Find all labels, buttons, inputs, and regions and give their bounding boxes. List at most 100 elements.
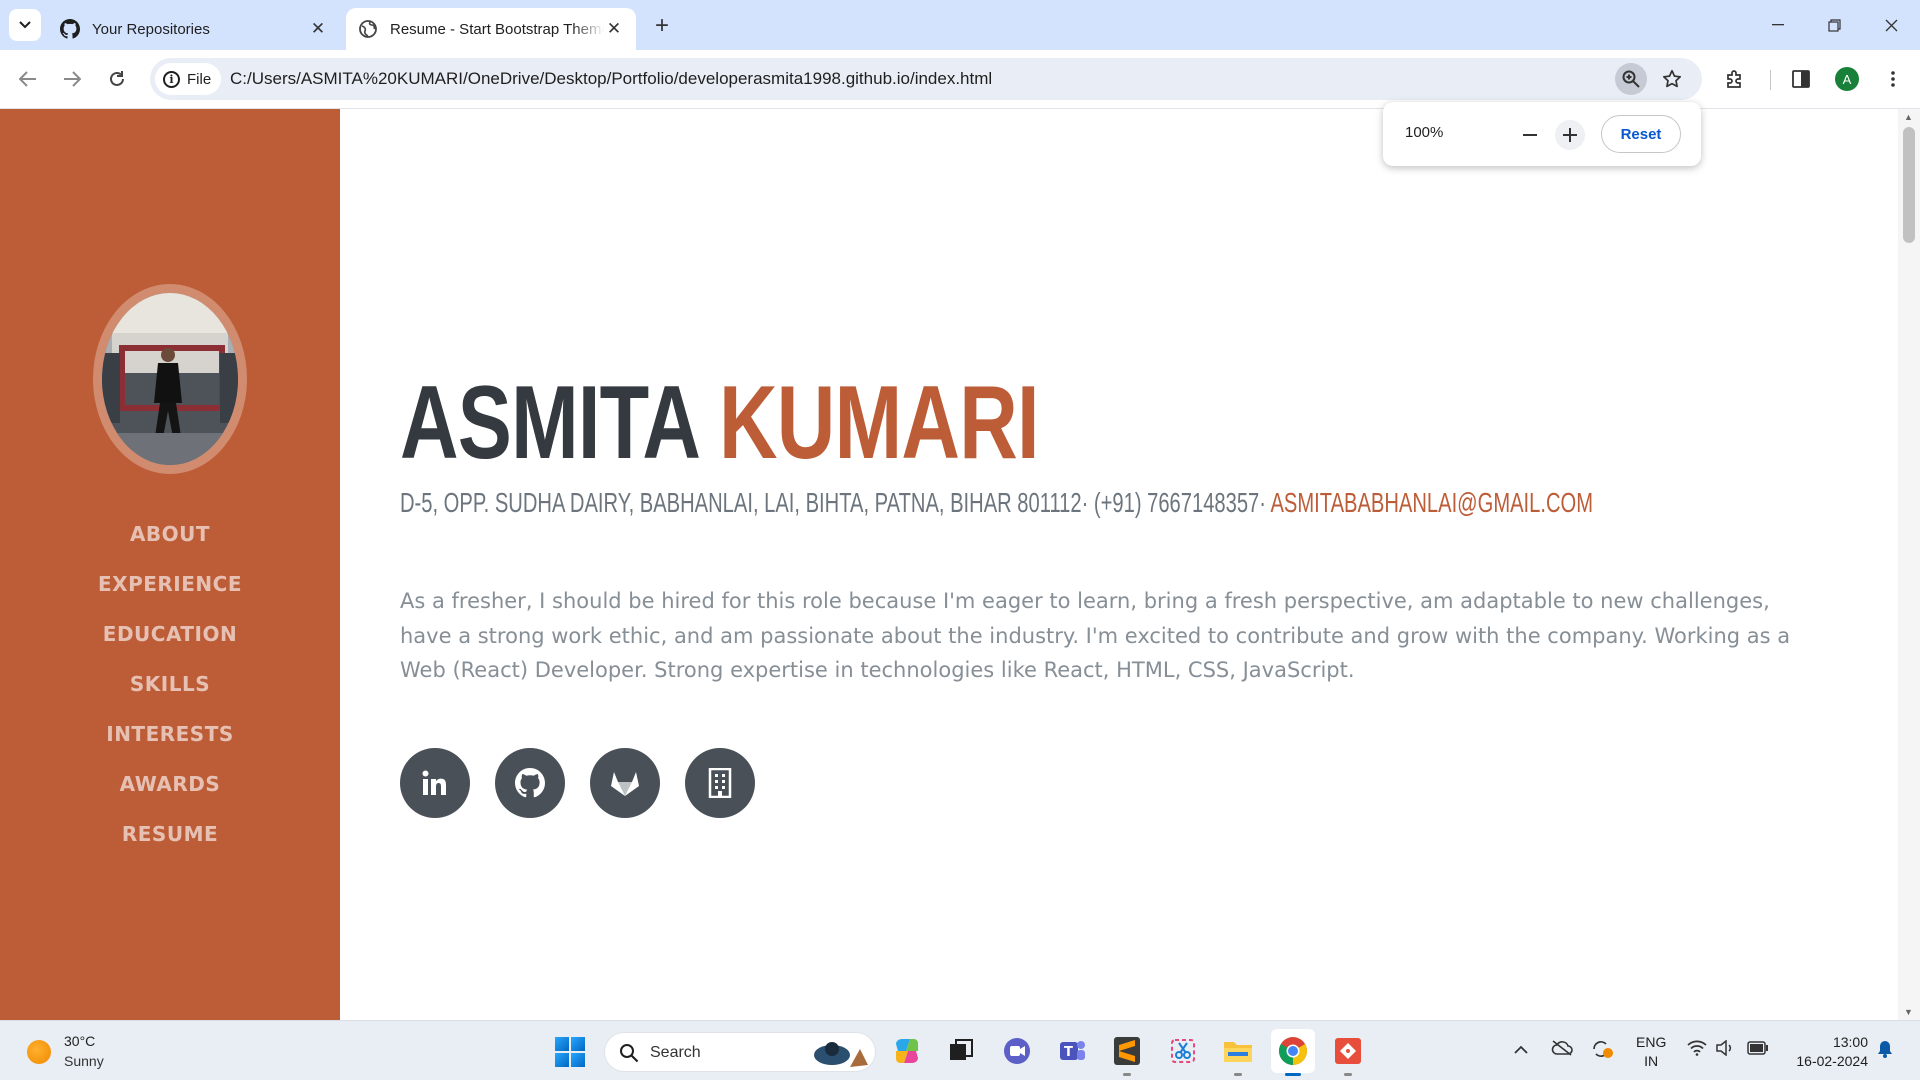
zoom-indicator-button[interactable]	[1615, 63, 1647, 95]
url-text[interactable]: C:/Users/ASMITA%20KUMARI/OneDrive/Deskto…	[230, 58, 992, 100]
profile-photo-image	[102, 293, 238, 465]
social-icons	[400, 748, 755, 818]
restore-button[interactable]	[1806, 0, 1862, 50]
wifi-status[interactable]	[1687, 1040, 1707, 1060]
zoom-level: 100%	[1405, 124, 1444, 141]
running-indicator	[1123, 1073, 1131, 1076]
zoom-reset-button[interactable]: Reset	[1601, 115, 1681, 153]
windows-logo-icon	[555, 1037, 569, 1051]
battery-status[interactable]	[1747, 1041, 1769, 1059]
taskbar-teams[interactable]: T	[1055, 1034, 1089, 1068]
search-highlight-icon	[814, 1042, 868, 1067]
sidebar-nav: ABOUT EXPERIENCE EDUCATION SKILLS INTERE…	[0, 109, 340, 1020]
teams-icon: T	[1060, 1041, 1085, 1060]
running-indicator	[1234, 1073, 1242, 1076]
zoom-in-button[interactable]	[1555, 120, 1585, 150]
scroll-up-icon[interactable]: ▲	[1904, 112, 1913, 122]
reload-button[interactable]	[100, 62, 134, 96]
sidebar-item-education[interactable]: EDUCATION	[0, 609, 340, 659]
scroll-down-icon[interactable]: ▼	[1904, 1007, 1913, 1017]
linkedin-button[interactable]	[400, 748, 470, 818]
site-info-chip[interactable]: i File	[155, 63, 222, 95]
sidebar-item-resume[interactable]: RESUME	[0, 809, 340, 859]
taskbar: 30°C Sunny Search T ENG IN 13:00 16-02-2…	[0, 1020, 1920, 1080]
page-scrollbar[interactable]: ▲ ▼	[1898, 109, 1920, 1020]
github-icon	[515, 768, 545, 798]
system-clock[interactable]: 13:00 16-02-2024	[1788, 1033, 1868, 1071]
extensions-button[interactable]	[1718, 62, 1752, 96]
minimize-button[interactable]	[1750, 0, 1806, 50]
browser-menu-button[interactable]	[1876, 62, 1910, 96]
volume-status[interactable]	[1715, 1039, 1735, 1060]
last-name: KUMARI	[718, 365, 1040, 481]
speaker-icon	[1716, 1039, 1732, 1057]
forward-button[interactable]	[55, 62, 89, 96]
sidebar-item-awards[interactable]: AWARDS	[0, 759, 340, 809]
browser-toolbar: i File C:/Users/ASMITA%20KUMARI/OneDrive…	[0, 50, 1920, 109]
scrollbar-thumb[interactable]	[1903, 127, 1915, 243]
about-section: ASMITA KUMARI D-5, OPP. SUDHA DAIRY, BAB…	[340, 109, 1898, 1020]
github-icon	[60, 19, 80, 39]
start-button[interactable]	[555, 1037, 585, 1067]
sidebar-item-about[interactable]: ABOUT	[0, 509, 340, 559]
sidebar-item-experience[interactable]: EXPERIENCE	[0, 559, 340, 609]
building-button[interactable]	[685, 748, 755, 818]
github-button[interactable]	[495, 748, 565, 818]
taskbar-search[interactable]: Search	[604, 1032, 876, 1072]
copilot-icon	[896, 1039, 918, 1063]
sync-status[interactable]	[1590, 1038, 1614, 1064]
profile-photo[interactable]	[93, 284, 247, 474]
onedrive-status[interactable]	[1551, 1039, 1573, 1061]
close-tab-icon[interactable]: ✕	[604, 19, 624, 39]
sync-icon	[1593, 1041, 1613, 1058]
taskbar-task-view[interactable]	[944, 1034, 978, 1068]
taskbar-meet[interactable]	[1000, 1034, 1034, 1068]
zoom-popup: 100% Reset	[1383, 102, 1701, 166]
weather-condition[interactable]: Sunny	[64, 1053, 104, 1069]
puzzle-icon	[1727, 70, 1741, 88]
restore-icon	[1827, 18, 1841, 32]
new-tab-button[interactable]: +	[648, 12, 676, 40]
taskbar-sublime[interactable]	[1110, 1034, 1144, 1076]
reload-icon	[110, 71, 124, 86]
profile-avatar[interactable]: A	[1835, 67, 1859, 91]
sublime-text-icon	[1114, 1037, 1140, 1065]
star-icon	[1662, 69, 1682, 88]
email-link[interactable]: ASMITABABHANLAI@GMAIL.COM	[1270, 487, 1593, 518]
page-title: ASMITA KUMARI	[400, 371, 1040, 475]
taskbar-git[interactable]	[1331, 1034, 1365, 1076]
taskbar-chrome[interactable]	[1271, 1029, 1315, 1076]
address-bar[interactable]: i File C:/Users/ASMITA%20KUMARI/OneDrive…	[150, 58, 1702, 100]
sidebar-item-interests[interactable]: INTERESTS	[0, 709, 340, 759]
arrow-right-icon	[64, 71, 81, 87]
tab-strip: Your Repositories ✕ Resume - Start Boots…	[0, 0, 1920, 50]
tab-resume[interactable]: Resume - Start Bootstrap Theme ✕	[346, 8, 636, 50]
folder-icon	[1224, 1042, 1252, 1062]
sun-icon[interactable]	[27, 1040, 51, 1064]
language-code: ENG	[1636, 1034, 1667, 1050]
show-hidden-icons[interactable]	[1514, 1041, 1528, 1058]
tab-your-repositories[interactable]: Your Repositories ✕	[48, 8, 340, 50]
task-view-icon	[950, 1039, 973, 1060]
weather-temperature[interactable]: 30°C	[64, 1033, 95, 1049]
zoom-out-button[interactable]	[1515, 120, 1545, 150]
back-button[interactable]	[11, 62, 45, 96]
bookmark-button[interactable]	[1656, 63, 1688, 95]
tab-search-button[interactable]	[9, 9, 41, 41]
close-window-button[interactable]	[1863, 0, 1919, 50]
sidebar-item-skills[interactable]: SKILLS	[0, 659, 340, 709]
gitlab-icon	[611, 772, 639, 796]
notifications-button[interactable]	[1877, 1040, 1893, 1062]
about-lead: As a fresher, I should be hired for this…	[400, 589, 1791, 682]
taskbar-file-explorer[interactable]	[1221, 1034, 1255, 1076]
gitlab-button[interactable]	[590, 748, 660, 818]
more-vertical-icon	[1891, 71, 1895, 87]
taskbar-snipping-tool[interactable]	[1166, 1034, 1200, 1068]
region-code: IN	[1644, 1053, 1659, 1069]
taskbar-copilot[interactable]	[890, 1034, 924, 1068]
close-tab-icon[interactable]: ✕	[308, 19, 328, 39]
tab-title: Your Repositories	[92, 20, 210, 38]
input-language[interactable]: ENG IN	[1636, 1033, 1666, 1071]
plus-icon	[1563, 128, 1577, 142]
side-panel-button[interactable]	[1784, 62, 1818, 96]
